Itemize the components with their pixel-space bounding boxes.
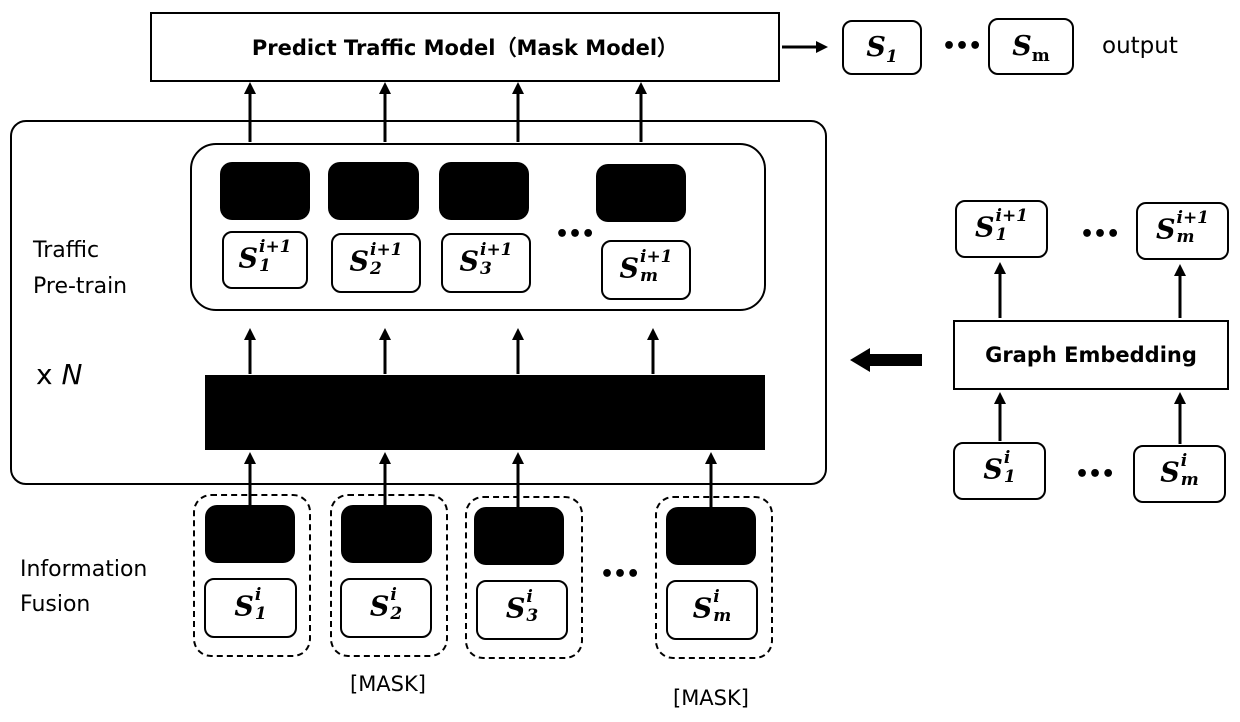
arrow-fusion-up-3: [512, 452, 524, 520]
arrow-graph-up-in-m: [1174, 392, 1186, 444]
arrow-up-2: [379, 82, 391, 142]
arrow-graph-up-out-m: [1174, 264, 1186, 318]
arrow-fusion-up-m: [705, 452, 717, 520]
arrow-up-3: [512, 82, 524, 142]
arrow-encoder-up-4: [647, 328, 659, 374]
arrow-encoder-up-2: [379, 328, 391, 374]
arrow-up-4: [635, 82, 647, 142]
arrow-right-output: [782, 41, 828, 53]
arrow-encoder-up-3: [512, 328, 524, 374]
arrow-graph-up-in-1: [994, 392, 1006, 441]
arrow-up-1: [244, 82, 256, 142]
arrow-graph-up-out-1: [994, 262, 1006, 318]
arrow-encoder-up-1: [244, 328, 256, 374]
arrow-fusion-up-2: [379, 452, 391, 520]
arrow-fusion-up-1: [244, 452, 256, 520]
thick-arrow-left: [850, 348, 922, 372]
connector-arrows: [244, 41, 1186, 520]
